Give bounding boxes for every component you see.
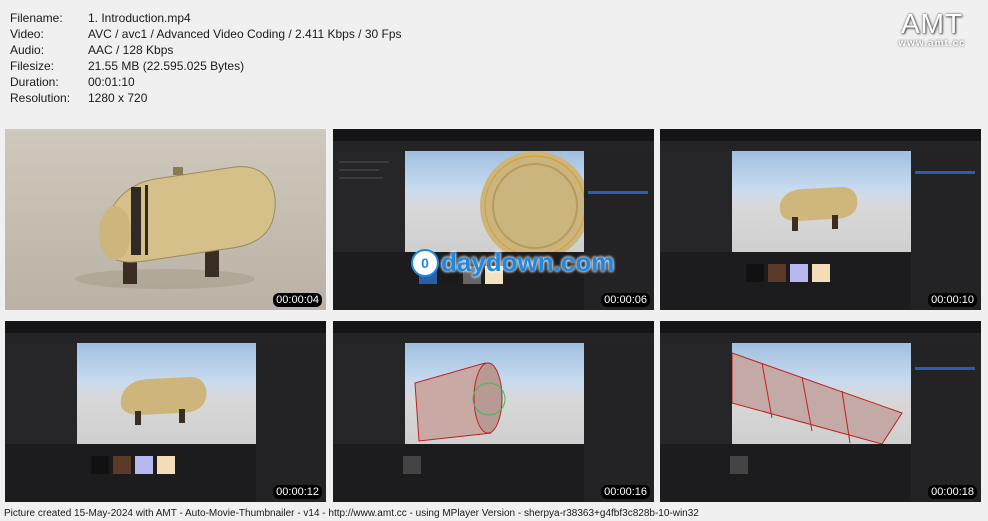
logo-url: www.amt.cc xyxy=(898,38,966,49)
thumbnail-2[interactable]: 00:00:06 xyxy=(333,129,654,310)
meta-key: Filename: xyxy=(10,11,63,25)
meta-row-duration: Duration: 00:01:10 xyxy=(10,74,402,90)
editor-outliner xyxy=(584,343,654,502)
tank-illustration xyxy=(75,166,276,289)
meta-key: Duration: xyxy=(10,75,59,89)
editor-menubar xyxy=(660,321,981,333)
timestamp-badge: 00:00:06 xyxy=(601,293,650,307)
file-info: Filename: 1. Introduction.mp4 Video: AVC… xyxy=(10,10,402,106)
meta-value: 1280 x 720 xyxy=(88,91,148,105)
logo-title: AMT xyxy=(900,8,964,39)
thumbnail-6[interactable]: 00:00:18 xyxy=(660,321,981,502)
timestamp-badge: 00:00:12 xyxy=(273,485,322,499)
editor-toolbar xyxy=(5,333,326,343)
editor-content-browser xyxy=(660,252,911,310)
editor-toolbar xyxy=(333,333,654,343)
thumbnail-1[interactable]: 00:00:04 xyxy=(5,129,326,310)
editor-menubar xyxy=(660,129,981,141)
editor-toolbar xyxy=(660,333,981,343)
tank-in-scene xyxy=(779,187,858,231)
meta-row-filename: Filename: 1. Introduction.mp4 xyxy=(10,10,402,26)
cylinder-mesh xyxy=(414,362,506,442)
tank-in-scene xyxy=(120,377,207,425)
editor-toolbar xyxy=(660,141,981,151)
meta-key: Video: xyxy=(10,27,44,41)
editor-outliner xyxy=(911,151,981,310)
meta-row-audio: Audio: AAC / 128 Kbps xyxy=(10,42,402,58)
editor-toolbar xyxy=(333,141,654,151)
meta-row-filesize: Filesize: 21.55 MB (22.595.025 Bytes) xyxy=(10,58,402,74)
site-watermark: 0 daydown.com xyxy=(411,247,614,278)
meta-value: AVC / avc1 / Advanced Video Coding / 2.4… xyxy=(88,27,402,41)
editor-viewport[interactable] xyxy=(732,151,911,252)
editor-menubar xyxy=(333,129,654,141)
meta-row-video: Video: AVC / avc1 / Advanced Video Codin… xyxy=(10,26,402,42)
editor-outliner xyxy=(911,343,981,502)
thumbnail-3[interactable]: 00:00:10 xyxy=(660,129,981,310)
meta-value: AAC / 128 Kbps xyxy=(88,43,174,57)
timestamp-badge: 00:00:16 xyxy=(601,485,650,499)
thumbnail-4[interactable]: 00:00:12 xyxy=(5,321,326,502)
editor-viewport[interactable] xyxy=(77,343,256,444)
amt-logo: AMT www.amt.cc xyxy=(892,8,972,49)
editor-content-browser xyxy=(660,444,911,502)
meta-key: Audio: xyxy=(10,43,45,57)
editor-viewport[interactable] xyxy=(405,343,584,444)
meta-value: 1. Introduction.mp4 xyxy=(88,11,191,25)
editor-outliner xyxy=(584,151,654,310)
editor-menubar xyxy=(333,321,654,333)
meta-row-resolution: Resolution: 1280 x 720 xyxy=(10,90,402,106)
meta-key: Filesize: xyxy=(10,59,55,73)
watermark-text: daydown.com xyxy=(441,247,615,277)
timestamp-badge: 00:00:10 xyxy=(928,293,977,307)
editor-menubar xyxy=(5,321,326,333)
timestamp-badge: 00:00:04 xyxy=(273,293,322,307)
editor-outliner xyxy=(256,343,326,502)
footer-caption: Picture created 15-May-2024 with AMT - A… xyxy=(4,508,699,519)
editor-viewport[interactable] xyxy=(405,151,585,252)
watermark-icon: 0 xyxy=(411,248,439,277)
meta-value: 21.55 MB (22.595.025 Bytes) xyxy=(88,59,245,73)
tank-closeup xyxy=(480,151,585,252)
editor-viewport[interactable] xyxy=(732,343,911,444)
cylinder-mesh-closeup xyxy=(732,352,903,444)
meta-key: Resolution: xyxy=(10,91,71,105)
timestamp-badge: 00:00:18 xyxy=(928,485,977,499)
editor-content-browser xyxy=(5,444,256,502)
meta-value: 00:01:10 xyxy=(88,75,135,89)
thumbnail-5[interactable]: 00:00:16 xyxy=(333,321,654,502)
editor-content-browser xyxy=(333,444,584,502)
